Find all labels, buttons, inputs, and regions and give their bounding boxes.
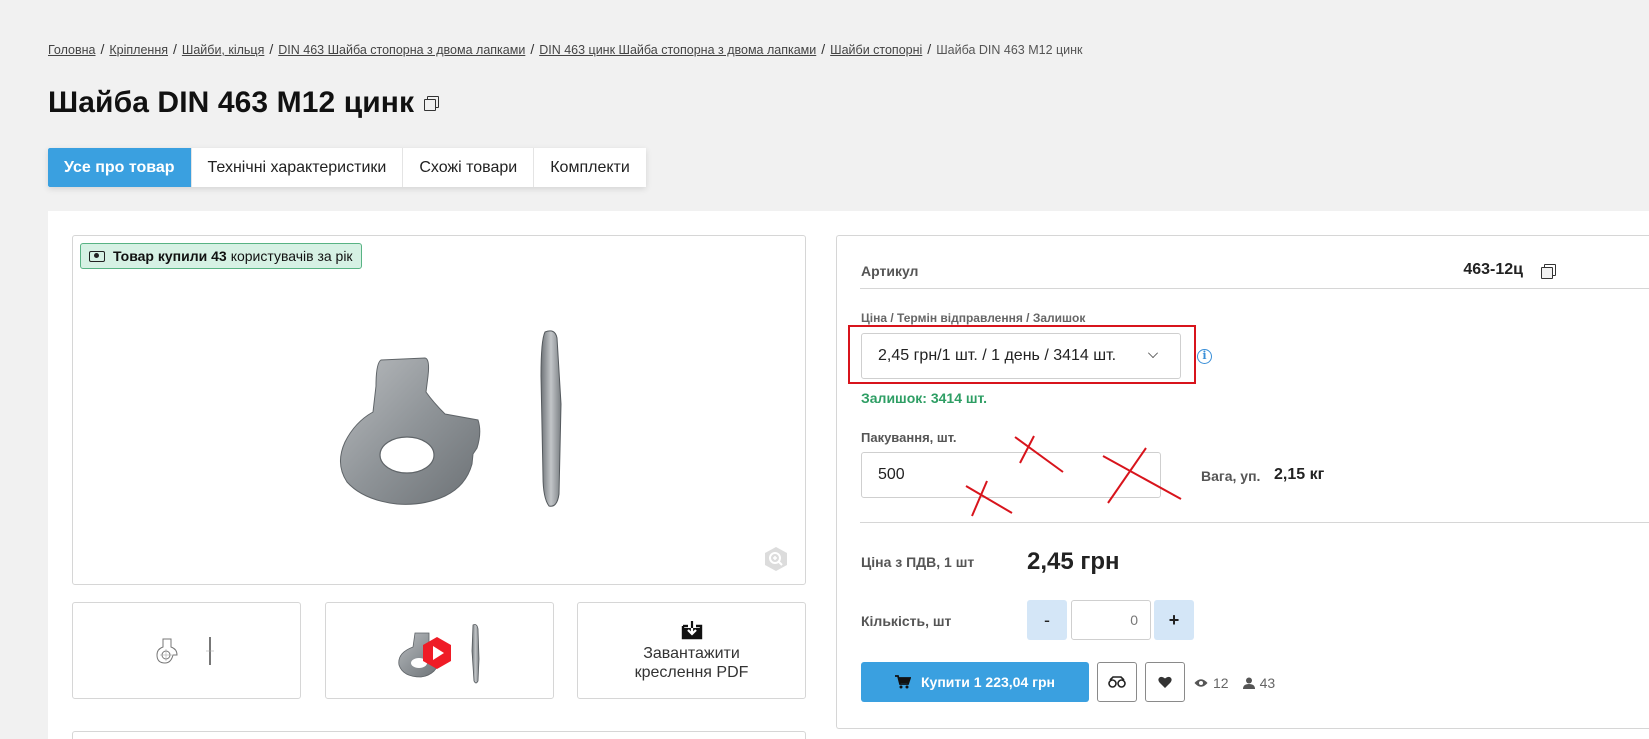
- product-tabs: Усе про товар Технічні характеристики Сх…: [48, 148, 646, 187]
- annotation-highlight-box: [848, 325, 1196, 384]
- divider: [860, 522, 1649, 523]
- product-stats: 12 43: [1194, 675, 1275, 691]
- breadcrumb-link-home[interactable]: Головна: [48, 43, 96, 57]
- quantity-minus-button[interactable]: -: [1027, 600, 1067, 640]
- user-icon: [1242, 677, 1255, 689]
- sku-row: Артикул 463-12ц: [860, 258, 1649, 289]
- tab-all-about[interactable]: Усе про товар: [48, 148, 192, 187]
- sku-value: 463-12ц: [1463, 261, 1523, 278]
- heart-icon: [1158, 676, 1172, 688]
- copy-icon[interactable]: [424, 96, 440, 111]
- video-thumbnail-image: [397, 623, 479, 683]
- price-option-label: Ціна / Термін відправлення / Залишок: [861, 311, 1086, 325]
- drawing-thumbnail-image: [155, 636, 214, 665]
- vat-price-label: Ціна з ПДВ, 1 шт: [861, 554, 975, 570]
- breadcrumb-link-washers[interactable]: Шайби, кільця: [182, 43, 264, 57]
- views-count: 12: [1213, 675, 1229, 691]
- product-gallery[interactable]: Товар купили 43 користувачів за рік: [72, 235, 806, 585]
- title-row: Шайба DIN 463 M12 цинк: [48, 86, 440, 120]
- zoom-icon[interactable]: [763, 546, 789, 572]
- buyers-count: 43: [1259, 675, 1276, 691]
- sku-copy-icon[interactable]: [1541, 264, 1556, 279]
- breadcrumb-current: Шайба DIN 463 M12 цинк: [936, 43, 1083, 57]
- breadcrumb-link-din463-zinc[interactable]: DIN 463 цинк Шайба стопорна з двома лапк…: [539, 43, 816, 57]
- eye-icon: [1194, 679, 1208, 687]
- breadcrumb-link-lock-washers[interactable]: Шайби стопорні: [830, 43, 922, 57]
- vat-price-value: 2,45 грн: [1027, 548, 1120, 575]
- cart-icon: [895, 675, 911, 689]
- product-image: [340, 330, 562, 507]
- weight-label: Вага, уп.: [1201, 468, 1261, 484]
- stock-status: Залишок: 3414 шт.: [861, 390, 988, 406]
- info-icon[interactable]: i: [1197, 349, 1212, 364]
- pack-label: Пакування, шт.: [861, 430, 957, 445]
- page-title: Шайба DIN 463 M12 цинк: [48, 86, 415, 119]
- download-pdf-label-1: Завантажити: [643, 644, 740, 662]
- quantity-plus-button[interactable]: +: [1154, 600, 1194, 640]
- compare-button[interactable]: [1097, 662, 1137, 702]
- buy-button-label: Купити 1 223,04 грн: [921, 674, 1055, 690]
- tab-specifications[interactable]: Технічні характеристики: [192, 148, 404, 187]
- breadcrumb-link-din463[interactable]: DIN 463 Шайба стопорна з двома лапками: [278, 43, 525, 57]
- sku-label: Артикул: [861, 263, 919, 279]
- download-icon: [681, 620, 702, 639]
- quantity-label: Кількість, шт: [861, 613, 952, 629]
- breadcrumb-link-fasteners[interactable]: Кріплення: [109, 43, 168, 57]
- favorite-button[interactable]: [1145, 662, 1185, 702]
- quantity-input[interactable]: 0: [1071, 600, 1151, 640]
- breadcrumb: Головна / Кріплення / Шайби, кільця / DIN 463 …: [48, 41, 1083, 57]
- weight-value: 2,15 кг: [1274, 466, 1325, 483]
- thumbnail-drawing[interactable]: [72, 602, 301, 699]
- pack-field[interactable]: 500: [861, 452, 1161, 498]
- thumbnail-video[interactable]: [325, 602, 554, 699]
- download-pdf-label-2: креслення PDF: [634, 663, 749, 681]
- buy-button[interactable]: Купити 1 223,04 грн: [861, 662, 1089, 702]
- tab-kits[interactable]: Комплекти: [534, 148, 646, 187]
- description-box: [72, 731, 806, 739]
- tab-similar[interactable]: Схожі товари: [403, 148, 535, 187]
- download-pdf-button[interactable]: Завантажити креслення PDF: [577, 602, 806, 699]
- compare-icon: [1108, 676, 1126, 688]
